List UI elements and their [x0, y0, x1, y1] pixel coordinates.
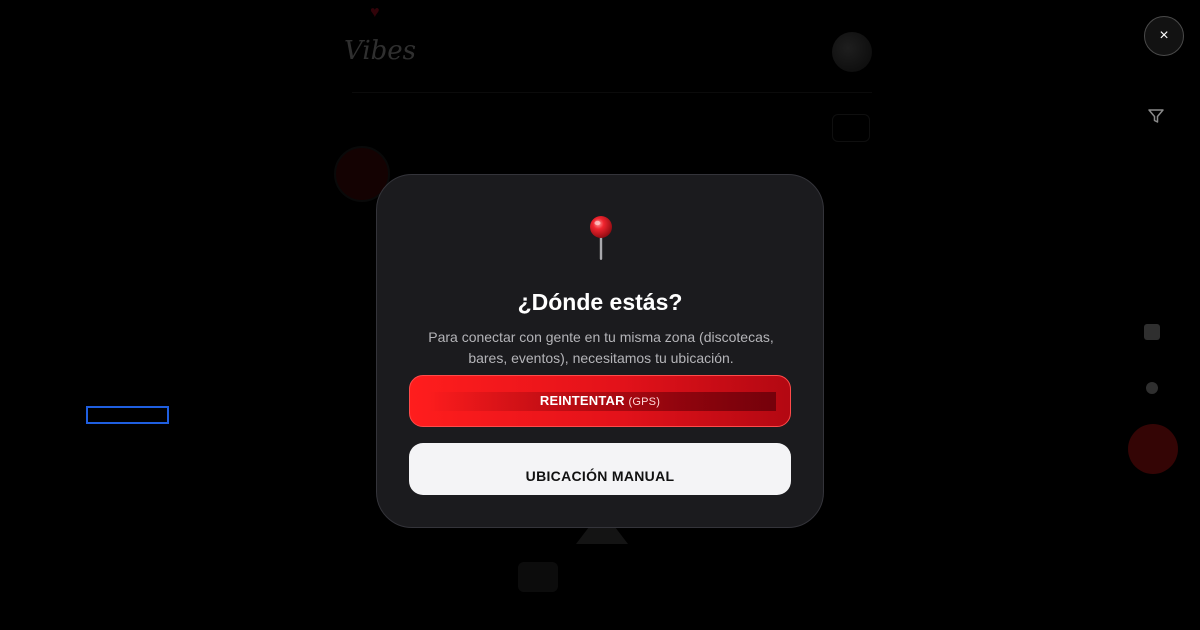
map-pin-icon: [590, 216, 612, 260]
header-divider: [352, 92, 872, 93]
filter-icon[interactable]: [1146, 106, 1166, 126]
retry-sublabel: (GPS): [628, 396, 661, 408]
close-icon: ×: [1159, 27, 1169, 44]
app-viewport: ♥ Vibes × ¿Dónde estás? Para conectar co…: [0, 0, 1200, 630]
side-square-icon: [1144, 324, 1160, 340]
side-dot-icon: [1146, 382, 1158, 394]
heart-icon: ♥: [370, 4, 380, 21]
retry-gps-button[interactable]: REINTENTAR (GPS): [409, 375, 791, 427]
profile-avatar: [832, 32, 872, 72]
retry-button-text: REINTENTAR (GPS): [410, 393, 790, 408]
manual-location-button[interactable]: UBICACIÓN MANUAL: [409, 443, 791, 495]
close-button[interactable]: ×: [1144, 16, 1184, 56]
modal-title: ¿Dónde estás?: [517, 289, 683, 315]
bottom-tabs: [518, 562, 688, 592]
manual-label: UBICACIÓN MANUAL: [525, 468, 675, 484]
app-logo: Vibes: [344, 36, 417, 66]
tab-active: [518, 562, 558, 592]
section-action-button: [832, 114, 870, 142]
retry-label: REINTENTAR: [539, 393, 625, 408]
modal-description: Para conectar con gente en tu misma zona…: [428, 329, 774, 366]
side-record-button: [1128, 424, 1178, 474]
focus-outline[interactable]: [86, 406, 169, 424]
location-modal: ¿Dónde estás? Para conectar con gente en…: [376, 174, 824, 528]
